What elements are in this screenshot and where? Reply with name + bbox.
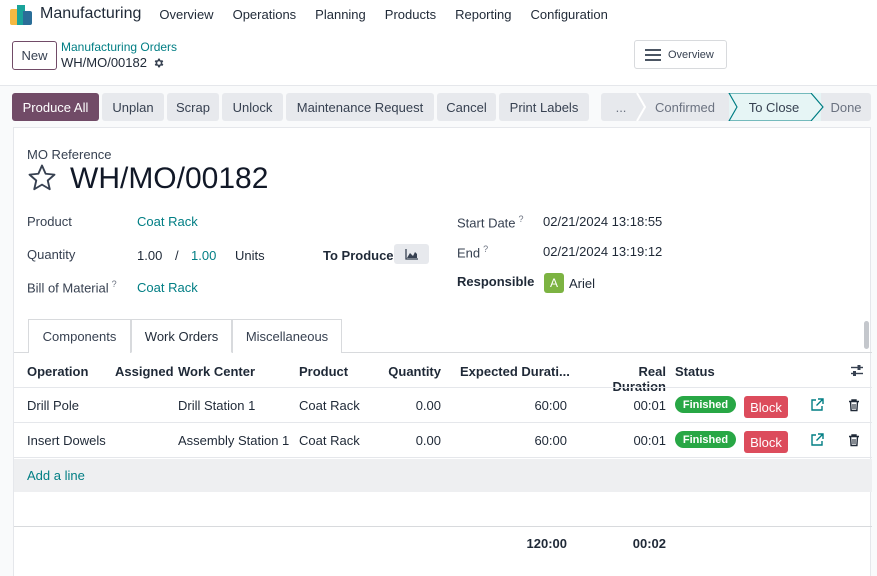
trash-icon[interactable] <box>847 433 861 447</box>
avatar: A <box>544 273 564 293</box>
column-quantity[interactable]: Quantity <box>374 364 441 379</box>
area-chart-icon <box>404 248 418 260</box>
status-more-button[interactable]: ... <box>601 93 641 121</box>
record-name-label: WH/MO/00182 <box>61 55 147 70</box>
bom-label: Bill of Material? <box>27 279 117 295</box>
bom-value[interactable]: Coat Rack <box>137 280 198 295</box>
mo-reference-title[interactable]: WH/MO/00182 <box>70 162 268 196</box>
end-label: End? <box>457 244 488 260</box>
column-status[interactable]: Status <box>675 364 715 379</box>
add-line-button[interactable]: Add a line <box>27 468 85 483</box>
table-row[interactable]: Insert Dowels Assembly Station 1 Coat Ra… <box>14 423 872 458</box>
menu-reporting[interactable]: Reporting <box>455 7 511 22</box>
work-center-cell: Assembly Station 1 <box>178 433 290 448</box>
menu-operations[interactable]: Operations <box>233 7 297 22</box>
to-produce-label: To Produce <box>323 248 394 263</box>
quantity-cell: 0.00 <box>415 398 441 413</box>
footer-divider <box>14 526 872 527</box>
end-label-text: End <box>457 245 481 261</box>
product-label: Product <box>27 214 72 229</box>
star-icon[interactable] <box>27 163 57 193</box>
block-button[interactable]: Block <box>744 396 788 418</box>
add-line-row: Add a line <box>14 459 872 492</box>
status-badge: Finished <box>675 431 736 448</box>
table-row[interactable]: Drill Pole Drill Station 1 Coat Rack 0.0… <box>14 388 872 423</box>
overview-button[interactable]: Overview <box>634 40 727 69</box>
menu-products[interactable]: Products <box>385 7 436 22</box>
app-name[interactable]: Manufacturing <box>40 5 141 23</box>
new-button[interactable]: New <box>12 41 57 70</box>
status-done[interactable]: Done <box>821 93 871 121</box>
overview-label: Overview <box>668 48 714 61</box>
breadcrumb[interactable]: Manufacturing Orders <box>61 40 177 54</box>
tab-components[interactable]: Components <box>28 319 131 353</box>
status-to-close-label: To Close <box>748 99 800 115</box>
top-navbar: Manufacturing Overview Operations Planni… <box>0 0 877 28</box>
record-name: WH/MO/00182 <box>61 55 165 70</box>
status-badge: Finished <box>675 396 736 413</box>
control-panel: New Manufacturing Orders WH/MO/00182 Ove… <box>0 28 877 86</box>
status-confirmed[interactable]: Confirmed <box>641 93 729 121</box>
trash-icon[interactable] <box>847 398 861 412</box>
menu-icon <box>645 48 661 61</box>
forecast-button[interactable] <box>394 244 429 264</box>
block-button[interactable]: Block <box>744 431 788 453</box>
mo-reference-label: MO Reference <box>27 147 112 162</box>
start-date-label: Start Date? <box>457 214 524 230</box>
work-center-cell: Drill Station 1 <box>178 398 256 413</box>
column-assigned[interactable]: Assigned <box>115 364 174 379</box>
total-real-duration: 00:02 <box>632 536 666 551</box>
product-cell: Coat Rack <box>299 398 360 413</box>
external-link-icon[interactable] <box>810 398 824 412</box>
expected-duration-cell: 60:00 <box>534 433 567 448</box>
gear-icon[interactable] <box>153 57 165 69</box>
column-work-center[interactable]: Work Center <box>178 364 255 379</box>
expected-duration-cell: 60:00 <box>534 398 567 413</box>
start-date-label-text: Start Date <box>457 215 516 231</box>
quantity-label: Quantity <box>27 247 76 262</box>
operation-cell: Drill Pole <box>27 398 80 413</box>
real-duration-cell: 00:01 <box>633 398 666 413</box>
operation-cell: Insert Dowels <box>27 433 106 448</box>
start-date-help-icon[interactable]: ? <box>519 214 524 224</box>
quantity-produced[interactable]: 1.00 <box>137 248 162 263</box>
end-value[interactable]: 02/21/2024 13:19:12 <box>543 244 662 259</box>
menu-planning[interactable]: Planning <box>315 7 366 22</box>
form-sheet: MO Reference WH/MO/00182 Product Coat Ra… <box>13 127 872 576</box>
unlock-button[interactable]: Unlock <box>222 93 283 121</box>
scrap-button[interactable]: Scrap <box>167 93 219 121</box>
produce-all-button[interactable]: Produce All <box>12 93 99 121</box>
cancel-button[interactable]: Cancel <box>437 93 496 121</box>
menu-overview[interactable]: Overview <box>159 7 213 22</box>
unplan-button[interactable]: Unplan <box>102 93 164 121</box>
column-expected-duration[interactable]: Expected Durati... <box>460 364 570 379</box>
bom-label-text: Bill of Material <box>27 280 109 296</box>
tab-work-orders[interactable]: Work Orders <box>131 319 232 353</box>
end-help-icon[interactable]: ? <box>483 244 488 254</box>
column-product[interactable]: Product <box>299 364 348 379</box>
responsible-value[interactable]: Ariel <box>569 276 595 291</box>
responsible-label: Responsible <box>457 274 535 289</box>
quantity-cell: 0.00 <box>415 433 441 448</box>
maintenance-request-button[interactable]: Maintenance Request <box>286 93 434 121</box>
total-expected-duration: 120:00 <box>526 536 567 551</box>
quantity-to-produce[interactable]: 1.00 <box>191 248 216 263</box>
external-link-icon[interactable] <box>810 433 824 447</box>
real-duration-cell: 00:01 <box>633 433 666 448</box>
scrollbar-thumb[interactable] <box>864 321 869 349</box>
sliders-icon[interactable] <box>850 364 864 377</box>
start-date-value[interactable]: 02/21/2024 13:18:55 <box>543 214 662 229</box>
uom-value[interactable]: Units <box>235 248 265 263</box>
column-operation[interactable]: Operation <box>27 364 88 379</box>
menu-configuration[interactable]: Configuration <box>530 7 607 22</box>
status-bar: ... Confirmed To Close Done To Close <box>601 93 871 121</box>
product-cell: Coat Rack <box>299 433 360 448</box>
tab-miscellaneous[interactable]: Miscellaneous <box>232 319 342 353</box>
product-value[interactable]: Coat Rack <box>137 214 198 229</box>
bom-help-icon[interactable]: ? <box>112 279 117 289</box>
quantity-separator: / <box>175 248 179 263</box>
manufacturing-app-icon[interactable] <box>10 3 32 25</box>
print-labels-button[interactable]: Print Labels <box>499 93 589 121</box>
